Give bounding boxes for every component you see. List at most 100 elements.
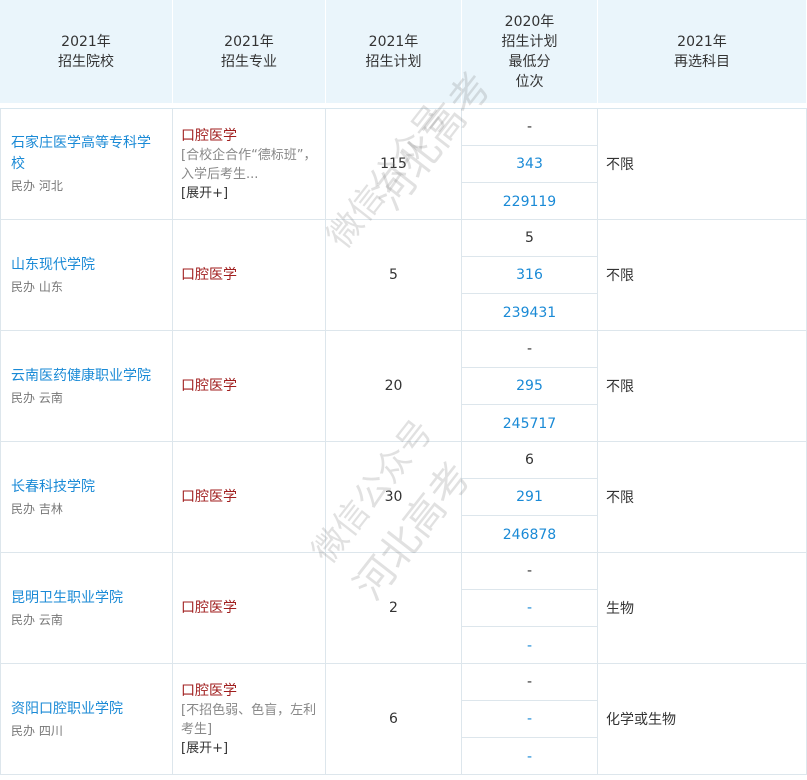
min-score-value: -	[462, 590, 597, 627]
plan-2021-value: 20	[384, 378, 403, 394]
school-type: 民办	[11, 279, 36, 294]
school-meta: 民办 山东	[11, 278, 164, 296]
plan-2021-value: 30	[384, 489, 403, 505]
stats-2020-cell: ---	[462, 553, 598, 663]
plan-2020-value: 5	[462, 220, 597, 257]
plan-2021-cell: 20	[326, 331, 462, 441]
elective-value: 化学或生物	[606, 712, 676, 728]
school-province: 山东	[38, 279, 63, 294]
header-school: 2021年 招生院校	[0, 0, 173, 103]
school-name-link[interactable]: 资阳口腔职业学院	[11, 699, 164, 720]
school-meta: 民办 吉林	[11, 500, 164, 518]
header-2020-stats: 2020年 招生计划 最低分 位次	[462, 0, 598, 103]
elective-cell: 不限	[598, 331, 807, 441]
school-province: 吉林	[38, 501, 63, 516]
elective-value: 不限	[606, 379, 634, 395]
header-school-year: 2021年	[61, 33, 111, 50]
school-cell: 长春科技学院 民办 吉林	[0, 442, 173, 552]
expand-link[interactable]: [展开+]	[181, 184, 317, 203]
elective-cell: 生物	[598, 553, 807, 663]
major-cell: 口腔医学	[173, 331, 326, 441]
elective-value: 生物	[606, 601, 634, 617]
major-name: 口腔医学	[181, 600, 237, 616]
plan-2021-cell: 115	[326, 109, 462, 219]
rank-value: 246878	[502, 526, 557, 543]
rank-value: 239431	[502, 304, 557, 321]
plan-2020-value: -	[462, 331, 597, 368]
rank-value: -	[526, 748, 533, 765]
min-score-value: 291	[462, 479, 597, 516]
elective-cell: 不限	[598, 109, 807, 219]
major-cell: 口腔医学 [合校企合作“德标班”，入学后考生... [展开+]	[173, 109, 326, 219]
school-cell: 云南医药健康职业学院 民办 云南	[0, 331, 173, 441]
table-body: 石家庄医学高等专科学校 民办 河北 口腔医学 [合校企合作“德标班”，入学后考生...…	[0, 109, 807, 780]
plan-2021-cell: 30	[326, 442, 462, 552]
school-name-link[interactable]: 石家庄医学高等专科学校	[11, 133, 164, 175]
plan-2020-value: -	[462, 109, 597, 146]
major-name: 口腔医学	[181, 378, 237, 394]
school-meta: 民办 云南	[11, 389, 164, 407]
min-score-value: 316	[462, 257, 597, 294]
school-name-link[interactable]: 昆明卫生职业学院	[11, 588, 164, 609]
header-2020-rank: 位次	[515, 73, 544, 90]
school-cell: 石家庄医学高等专科学校民办 河北	[0, 109, 173, 219]
header-2020-plan: 招生计划	[501, 33, 558, 50]
elective-cell: 不限	[598, 442, 807, 552]
major-cell: 口腔医学	[173, 442, 326, 552]
plan-2020-value: -	[462, 553, 597, 590]
school-type: 民办	[11, 501, 36, 516]
major-cell: 口腔医学	[173, 220, 326, 330]
plan-2021-value: 6	[389, 711, 398, 727]
header-major-label: 招生专业	[221, 53, 277, 70]
major-name: 口腔医学	[181, 489, 237, 505]
school-cell: 山东现代学院 民办 山东	[0, 220, 173, 330]
min-score-value: 295	[462, 368, 597, 405]
major-name: 口腔医学	[181, 127, 237, 144]
plan-2021-value: 5	[389, 267, 398, 283]
school-name-link[interactable]: 山东现代学院	[11, 255, 164, 276]
plan-2021-cell: 6	[326, 664, 462, 774]
rank-value: -	[526, 637, 533, 654]
elective-value: 不限	[606, 157, 634, 173]
plan-2021-cell: 2	[326, 553, 462, 663]
header-plan-year: 2021年	[368, 33, 419, 50]
school-province: 云南	[38, 612, 63, 627]
school-type: 民办	[11, 390, 36, 405]
min-score-value: -	[462, 701, 597, 738]
header-major-year: 2021年	[224, 33, 274, 50]
header-major: 2021年 招生专业	[173, 0, 326, 103]
major-name: 口腔医学	[181, 267, 237, 283]
stats-2020-cell: ---	[462, 664, 598, 774]
elective-value: 不限	[606, 268, 634, 284]
stats-2020-cell: -295 245717	[462, 331, 598, 441]
plan-2021-value: 115	[380, 156, 407, 172]
table-row: 长春科技学院 民办 吉林 口腔医学 30 6 291 246878 不限	[0, 442, 807, 553]
expand-link[interactable]: [展开+]	[181, 739, 317, 758]
school-cell: 资阳口腔职业学院 民办 四川	[0, 664, 173, 774]
plan-2020-value: -	[462, 664, 597, 701]
school-province: 河北	[38, 179, 63, 193]
header-2020-year: 2020年	[504, 13, 555, 30]
elective-value: 不限	[606, 490, 634, 506]
table-row: 石家庄医学高等专科学校 民办 河北 口腔医学 [合校企合作“德标班”，入学后考生...…	[0, 109, 807, 220]
elective-cell: 化学或生物	[598, 664, 807, 774]
major-cell: 口腔医学	[173, 553, 326, 663]
school-meta: 民办 云南	[11, 611, 164, 629]
table-row: 山东现代学院 民办 山东 口腔医学 5 5 316 239431 不限	[0, 220, 807, 331]
rank-value: 229119	[502, 193, 557, 210]
school-name-link[interactable]: 云南医药健康职业学院	[11, 366, 164, 387]
plan-2021-cell: 5	[326, 220, 462, 330]
major-note: [不招色弱、色盲，左利考生]	[181, 702, 317, 737]
elective-cell: 不限	[598, 220, 807, 330]
major-note: [合校企合作“德标班”，入学后考生...	[181, 147, 317, 182]
school-type: 民办	[11, 612, 36, 627]
table-row: 云南医药健康职业学院 民办 云南 口腔医学 20-295 245717 不限	[0, 331, 807, 442]
table-row: 昆明卫生职业学院 民办 云南 口腔医学 2- - - 生物	[0, 553, 807, 664]
school-meta: 民办 四川	[11, 722, 164, 740]
table-row: 资阳口腔职业学院 民办 四川 口腔医学 [不招色弱、色盲，左利考生] [展开+] 6- - -…	[0, 664, 807, 775]
header-elective: 2021年 再选科目	[598, 0, 807, 103]
school-meta: 民办 河北	[11, 177, 164, 195]
plan-2021-value: 2	[389, 600, 398, 616]
header-school-label: 招生院校	[58, 53, 114, 70]
school-name-link[interactable]: 长春科技学院	[11, 477, 164, 498]
